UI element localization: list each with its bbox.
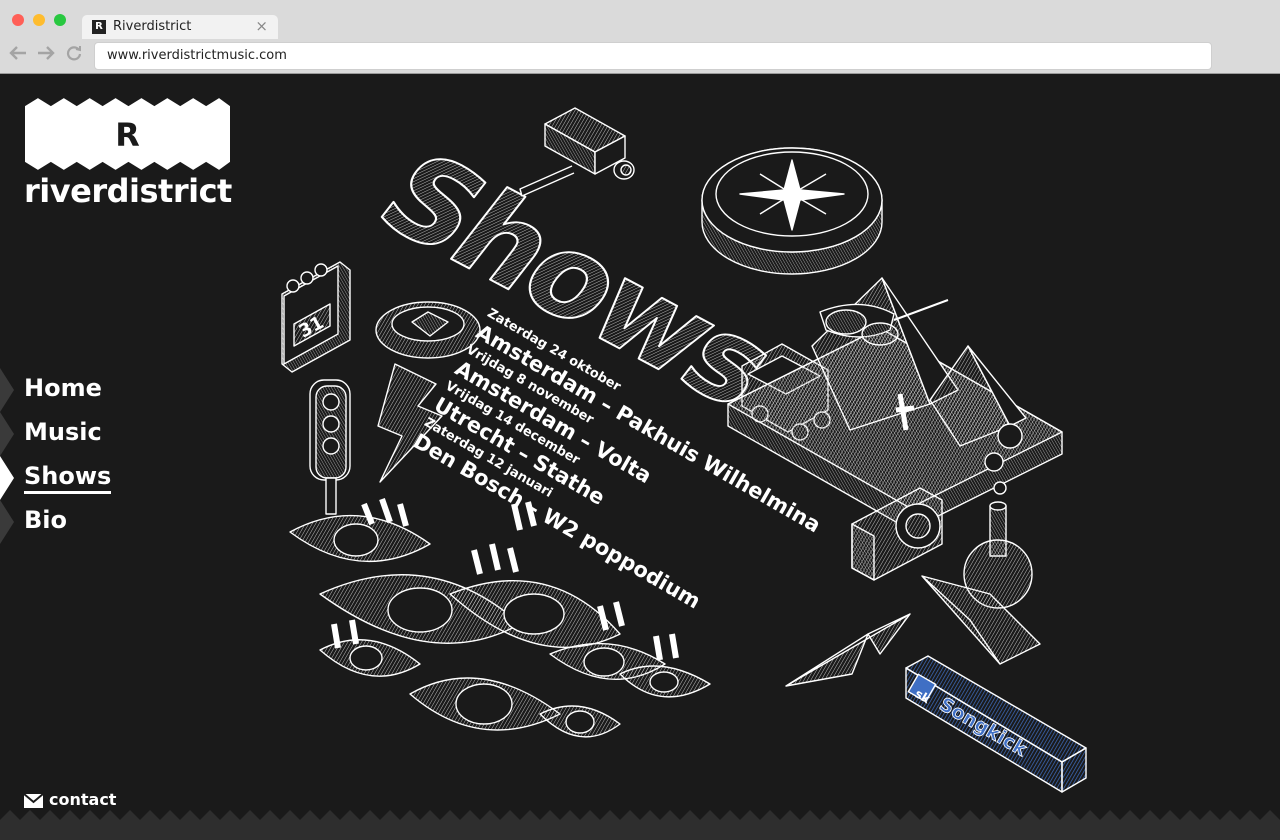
paper-plane-icon [785, 613, 911, 687]
close-window-button[interactable] [12, 14, 24, 26]
favicon-icon: R [92, 20, 106, 34]
bubble-icon [993, 481, 1007, 495]
minimize-window-button[interactable] [33, 14, 45, 26]
compass-icon [701, 147, 883, 275]
tab-close-icon[interactable]: × [255, 17, 268, 35]
reload-icon [66, 46, 82, 61]
tab-title: Riverdistrict [113, 19, 192, 34]
reload-button[interactable] [66, 45, 82, 66]
zoom-window-button[interactable] [54, 14, 66, 26]
back-button[interactable] [9, 45, 27, 65]
forward-button[interactable] [37, 45, 55, 65]
url-text: www.riverdistrictmusic.com [107, 48, 287, 63]
ring-icon [375, 301, 481, 359]
traffic-light-icon [309, 379, 351, 515]
address-bar[interactable]: www.riverdistrictmusic.com [94, 42, 1212, 70]
camera-icon [519, 107, 635, 197]
bubble-icon [984, 452, 1004, 472]
songkick-button[interactable]: sk Songkick [905, 655, 1087, 793]
arrow-left-icon [9, 46, 26, 60]
arrow-right-icon [38, 46, 55, 60]
page-content: R riverdistrict Home Music Shows Bio con… [0, 74, 1280, 840]
browser-tab[interactable]: R Riverdistrict × [82, 15, 278, 39]
calendar-icon: 31 [281, 261, 351, 373]
bubble-icon [997, 423, 1023, 449]
browser-chrome: R Riverdistrict × www.riverdistrictmusic… [0, 0, 1280, 74]
